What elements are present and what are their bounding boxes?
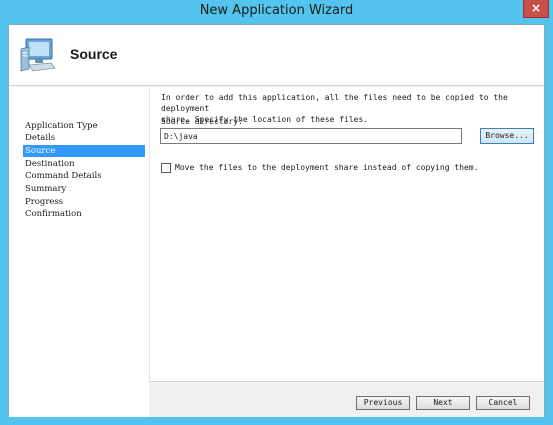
close-button[interactable]: × [523, 0, 549, 18]
move-files-label[interactable]: Move the files to the deployment share i… [175, 163, 478, 172]
previous-button[interactable]: Previous [356, 396, 410, 410]
step-summary[interactable]: Summary [23, 183, 145, 195]
window-title: New Application Wizard [199, 3, 354, 18]
source-directory-input[interactable] [160, 128, 462, 144]
wizard-steps: Application Type Details Source Destinat… [9, 87, 149, 417]
wizard-header: Source [9, 25, 544, 86]
source-directory-label: Source directory: [161, 117, 243, 126]
title-bar[interactable]: New Application Wizard × [0, 0, 553, 24]
move-files-checkbox[interactable] [161, 163, 171, 173]
step-destination[interactable]: Destination [23, 158, 145, 170]
wizard-footer: Previous Next Cancel [149, 381, 544, 417]
page-title: Source [70, 46, 118, 62]
step-command-details[interactable]: Command Details [23, 170, 145, 182]
step-confirmation[interactable]: Confirmation [23, 208, 145, 220]
step-details[interactable]: Details [23, 132, 145, 144]
browse-button[interactable]: Browse... [480, 128, 534, 144]
intro-line-1: In order to add this application, all th… [161, 93, 508, 113]
step-application-type[interactable]: Application Type [23, 120, 145, 132]
step-source[interactable]: Source [23, 145, 145, 157]
cancel-button[interactable]: Cancel [476, 396, 530, 410]
wizard-body: Source Application Type Details Source D… [8, 24, 545, 417]
computer-icon [20, 38, 56, 72]
step-progress[interactable]: Progress [23, 196, 145, 208]
wizard-window: New Application Wizard × Source Applicat… [0, 0, 553, 425]
source-page: In order to add this application, all th… [149, 87, 544, 381]
next-button[interactable]: Next [416, 396, 470, 410]
